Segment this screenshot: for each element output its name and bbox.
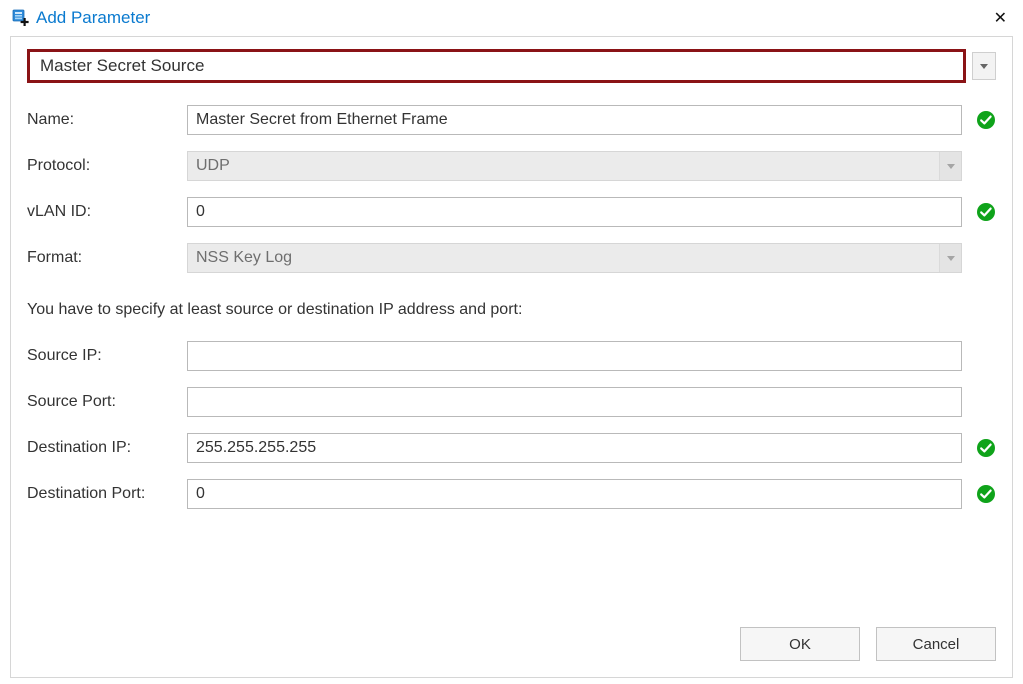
valid-icon — [976, 110, 996, 130]
protocol-value: UDP — [196, 157, 230, 175]
source-ip-label: Source IP: — [27, 347, 187, 365]
icon-placeholder — [976, 346, 996, 366]
row-dest-ip: Destination IP: — [27, 433, 996, 463]
dest-ip-label: Destination IP: — [27, 439, 187, 457]
source-ip-input[interactable] — [187, 341, 962, 371]
name-control — [187, 105, 996, 135]
vlan-label: vLAN ID: — [27, 203, 187, 221]
dest-port-input[interactable] — [187, 479, 962, 509]
chevron-down-icon — [947, 164, 955, 169]
valid-icon — [976, 484, 996, 504]
dest-port-control — [187, 479, 996, 509]
close-button[interactable]: ✕ — [988, 6, 1013, 30]
valid-icon — [976, 202, 996, 222]
source-port-label: Source Port: — [27, 393, 187, 411]
dest-port-label: Destination Port: — [27, 485, 187, 503]
format-drop — [939, 244, 961, 272]
cancel-button[interactable]: Cancel — [876, 627, 996, 661]
titlebar: Add Parameter ✕ — [0, 0, 1023, 34]
format-control: NSS Key Log — [187, 243, 996, 273]
dest-ip-control — [187, 433, 996, 463]
row-vlan: vLAN ID: — [27, 197, 996, 227]
format-select: NSS Key Log — [187, 243, 962, 273]
icon-placeholder — [976, 392, 996, 412]
row-name: Name: — [27, 105, 996, 135]
name-label: Name: — [27, 111, 187, 129]
valid-icon — [976, 438, 996, 458]
chevron-down-icon — [947, 256, 955, 261]
protocol-select: UDP — [187, 151, 962, 181]
protocol-label: Protocol: — [27, 157, 187, 175]
icon-placeholder — [976, 156, 996, 176]
format-label: Format: — [27, 249, 187, 267]
source-ip-control — [187, 341, 996, 371]
source-port-control — [187, 387, 996, 417]
parameter-type-select[interactable]: Master Secret Source — [27, 49, 966, 83]
instruction-text: You have to specify at least source or d… — [27, 301, 996, 319]
button-bar: OK Cancel — [740, 627, 996, 661]
titlebar-left: Add Parameter — [12, 8, 150, 28]
vlan-input[interactable] — [187, 197, 962, 227]
row-source-ip: Source IP: — [27, 341, 996, 371]
icon-placeholder — [976, 248, 996, 268]
panel: Master Secret Source Name: Protocol: UDP… — [10, 36, 1013, 678]
ok-button[interactable]: OK — [740, 627, 860, 661]
name-input[interactable] — [187, 105, 962, 135]
format-value: NSS Key Log — [196, 249, 292, 267]
row-source-port: Source Port: — [27, 387, 996, 417]
row-dest-port: Destination Port: — [27, 479, 996, 509]
row-protocol: Protocol: UDP — [27, 151, 996, 181]
add-parameter-icon — [12, 9, 30, 27]
protocol-control: UDP — [187, 151, 996, 181]
vlan-control — [187, 197, 996, 227]
dest-ip-input[interactable] — [187, 433, 962, 463]
row-format: Format: NSS Key Log — [27, 243, 996, 273]
parameter-type-row: Master Secret Source — [27, 49, 996, 83]
protocol-drop — [939, 152, 961, 180]
window-title: Add Parameter — [36, 8, 150, 28]
source-port-input[interactable] — [187, 387, 962, 417]
chevron-down-icon — [980, 64, 988, 69]
parameter-type-dropdown-button[interactable] — [972, 52, 996, 80]
